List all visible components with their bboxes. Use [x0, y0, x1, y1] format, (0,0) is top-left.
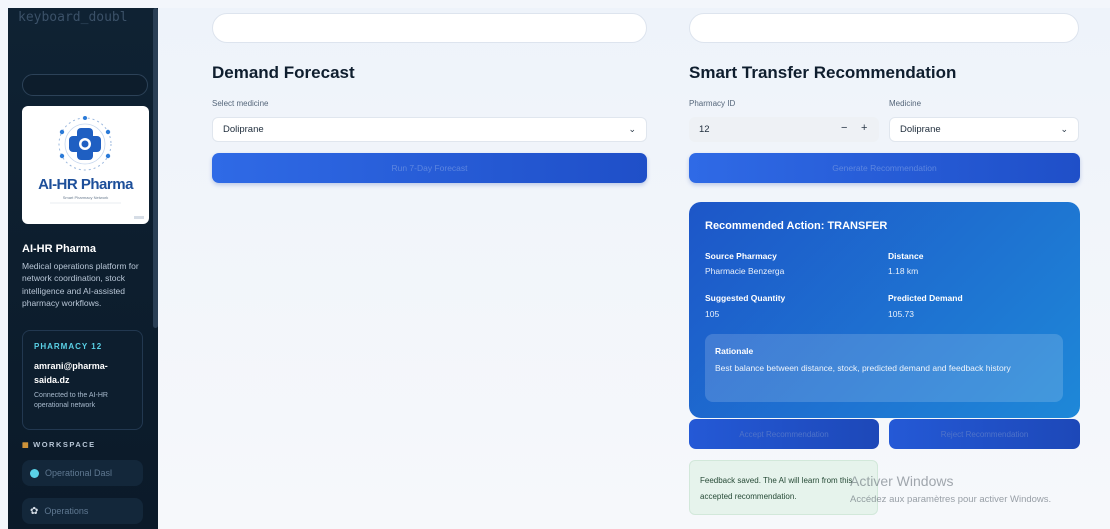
- source-pharmacy-label: Source Pharmacy: [705, 251, 777, 261]
- sidebar-item-label: Operations: [44, 506, 89, 516]
- windows-activation-watermark: Activer Windows: [850, 473, 954, 489]
- predicted-demand-label: Predicted Demand: [888, 293, 963, 303]
- sidebar-brand-title: AI-HR Pharma: [22, 243, 96, 255]
- sidebar-scrollbar[interactable]: [153, 8, 158, 328]
- rationale-box: Rationale Best balance between distance,…: [705, 334, 1063, 402]
- suggested-quantity-value: 105: [705, 309, 720, 319]
- reject-recommendation-button[interactable]: Reject Recommendation: [889, 419, 1080, 449]
- sidebar-item-operational-dashboard[interactable]: Operational Dasl: [22, 460, 143, 486]
- brand-logo: AI-HR Pharma Smart Pharmacy Network: [22, 106, 149, 224]
- forecast-title: Demand Forecast: [212, 63, 355, 82]
- user-email: amrani@pharma-saida.dz: [34, 361, 108, 385]
- gear-icon: ✿: [30, 505, 39, 517]
- pharmacy-id-label: Pharmacy ID: [689, 99, 736, 108]
- distance-label: Distance: [888, 251, 924, 261]
- transfer-top-input[interactable]: [689, 13, 1079, 43]
- rationale-title: Rationale: [715, 346, 754, 356]
- generate-recommendation-button[interactable]: Generate Recommendation: [689, 153, 1080, 183]
- sidebar-search-pill[interactable]: [22, 74, 148, 96]
- accept-recommendation-button[interactable]: Accept Recommendation: [689, 419, 879, 449]
- chevron-down-icon: ⌄: [628, 124, 636, 134]
- pharmacy-card: PHARMACY 12 amrani@pharma-saida.dz Conne…: [22, 330, 143, 430]
- increment-button[interactable]: +: [861, 122, 867, 134]
- pharmacy-id-value: 12: [699, 124, 710, 135]
- chevron-down-icon: ⌄: [1060, 124, 1068, 134]
- recommendation-title: Recommended Action: TRANSFER: [705, 220, 888, 232]
- workspace-icon: ▦: [22, 442, 31, 449]
- forecast-medicine-select[interactable]: Doliprane ⌄: [212, 117, 647, 142]
- source-pharmacy-value: Pharmacie Benzerga: [705, 266, 785, 276]
- circle-dot-icon: [30, 468, 39, 478]
- run-forecast-button[interactable]: Run 7-Day Forecast: [212, 153, 647, 183]
- logo-title: AI-HR Pharma: [38, 176, 133, 193]
- transfer-title: Smart Transfer Recommendation: [689, 63, 957, 82]
- logo-subtitle: Smart Pharmacy Network: [62, 195, 109, 200]
- workspace-label: ▦ WORKSPACE: [22, 440, 96, 449]
- connection-note: Connected to the AI-HR operational netwo…: [34, 392, 108, 409]
- sidebar-item-label: Operational Dasl: [45, 468, 113, 478]
- rationale-text: Best balance between distance, stock, pr…: [715, 363, 1011, 373]
- sidebar-brand-description: Medical operations platform for network …: [22, 261, 139, 308]
- windows-activation-subtitle: Accédez aux paramètres pour activer Wind…: [850, 494, 1052, 505]
- sidebar-faded-text: keyboard_doubl: [18, 10, 128, 25]
- suggested-quantity-label: Suggested Quantity: [705, 293, 786, 303]
- select-value: Doliprane: [223, 124, 264, 135]
- medicine-label: Medicine: [889, 99, 922, 108]
- pharmacy-id-input[interactable]: 12 − +: [689, 117, 879, 142]
- select-medicine-label: Select medicine: [212, 99, 269, 108]
- transfer-medicine-select[interactable]: Doliprane ⌄: [889, 117, 1079, 142]
- pharmacy-tag: PHARMACY 12: [34, 342, 103, 351]
- recommendation-card: Recommended Action: TRANSFER Source Phar…: [689, 202, 1080, 418]
- sidebar: keyboard_doubl AI-HR Pharma Smart Pharma…: [8, 8, 158, 529]
- select-value: Doliprane: [900, 124, 941, 135]
- sidebar-item-operations[interactable]: ✿ Operations: [22, 498, 143, 524]
- decrement-button[interactable]: −: [841, 122, 847, 134]
- predicted-demand-value: 105.73: [888, 309, 914, 319]
- pharmacy-cross-icon: [50, 116, 144, 219]
- forecast-top-input[interactable]: [212, 13, 647, 43]
- distance-value: 1.18 km: [888, 266, 919, 276]
